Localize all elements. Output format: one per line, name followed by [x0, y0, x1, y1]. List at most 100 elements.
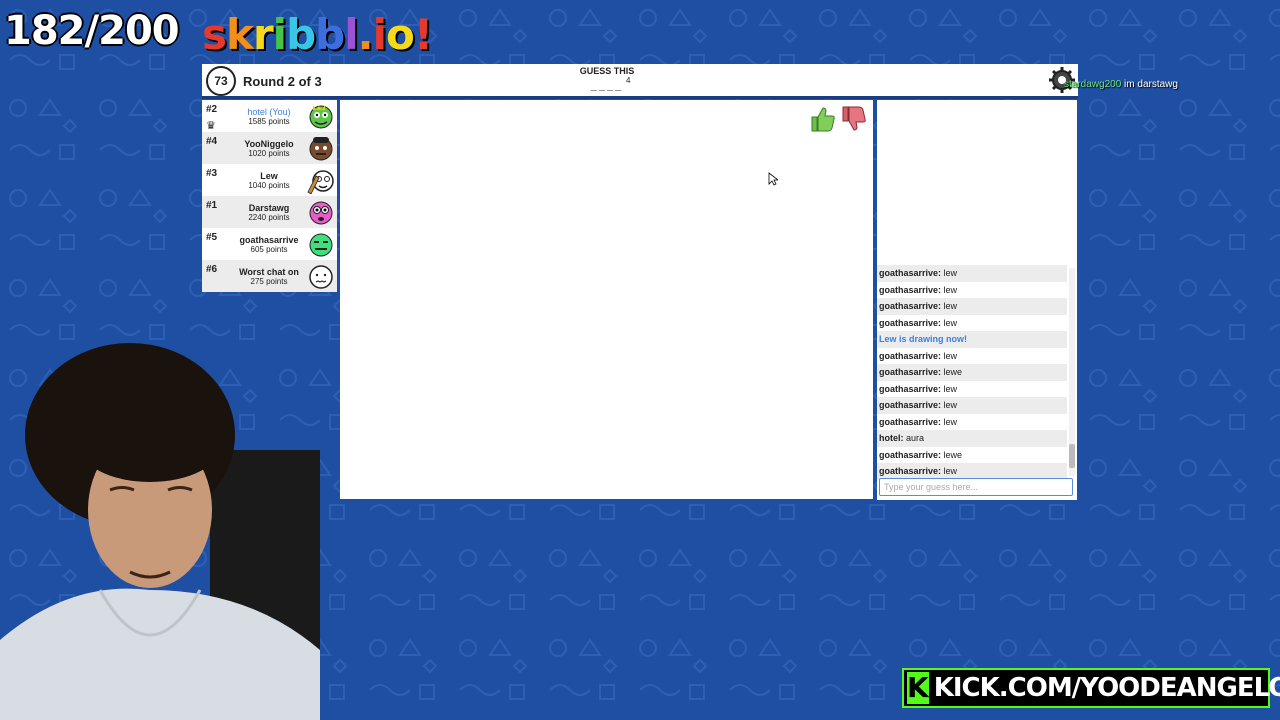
- chat-username: goathasarrive:: [879, 301, 942, 311]
- chat-message: goathasarrive: lew: [877, 315, 1067, 332]
- chat-text: lewe: [943, 449, 963, 460]
- player-rank: #4: [206, 136, 218, 147]
- chat-message-list[interactable]: goathasarrive: lew goathasarrive: lew goat…: [877, 265, 1067, 480]
- chat-username: goathasarrive:: [879, 268, 942, 278]
- word-hint: GUESS THIS 4 ____: [572, 66, 642, 92]
- goal-counter: 182/200: [4, 8, 180, 54]
- owner-crown-icon: ♛: [206, 120, 216, 132]
- player-avatar-icon: [309, 105, 333, 129]
- chat-text: lew: [943, 268, 958, 278]
- player-points: 2240 points: [248, 213, 290, 222]
- player-row[interactable]: #1 Darstawg 2240 points: [202, 196, 337, 228]
- mouse-cursor-icon: [768, 172, 778, 186]
- player-rank: #2: [206, 104, 218, 115]
- chat-text: lew: [943, 383, 958, 394]
- logo-letter: b: [315, 10, 345, 59]
- system-message: Lew is drawing now!: [877, 331, 1067, 348]
- chat-message: goathasarrive: lew: [877, 348, 1067, 365]
- chat-username: goathasarrive:: [879, 466, 942, 476]
- player-name: Lew: [260, 171, 278, 181]
- player-row[interactable]: #5 goathasarrive 605 points: [202, 228, 337, 260]
- word-length: 4: [626, 76, 631, 85]
- drawing-canvas[interactable]: [340, 100, 873, 499]
- player-points: 1585 points: [248, 117, 290, 126]
- chat-message: goathasarrive: lew: [877, 282, 1067, 299]
- player-name: YooNiggelo: [244, 139, 294, 149]
- logo-letter: !: [413, 10, 433, 59]
- player-points: 1020 points: [248, 149, 290, 158]
- player-row[interactable]: #4 YooNiggelo 1020 points: [202, 132, 337, 164]
- chat-username: goathasarrive:: [879, 284, 942, 295]
- chat-scrollbar[interactable]: [1069, 268, 1075, 476]
- player-list: #2 ♛ hotel (You) 1585 points #4 YooNigge…: [202, 100, 337, 292]
- skribbl-logo: skribbl.io!: [202, 10, 433, 59]
- chat-message: goathasarrive: lew: [877, 298, 1067, 315]
- chat-text: lewe: [943, 367, 963, 377]
- game-header: 73 Round 2 of 3 GUESS THIS 4 ____: [202, 64, 1078, 99]
- chat-text: lew: [943, 284, 958, 295]
- player-rank: #5: [206, 232, 218, 243]
- chat-text: lew: [943, 416, 958, 427]
- chat-username: hotel:: [879, 433, 904, 443]
- player-avatar-icon: [309, 265, 333, 289]
- player-name: Worst chat on: [239, 267, 299, 277]
- logo-letter: r: [252, 10, 274, 59]
- chat-username: goathasarrive:: [879, 400, 942, 410]
- stream-chat-text: im darstawg: [1124, 79, 1178, 90]
- logo-letter: l: [344, 10, 358, 59]
- thumbs-down-icon[interactable]: [839, 104, 869, 134]
- chat-username: goathasarrive:: [879, 383, 942, 394]
- kick-channel-banner: K KICK.COM/YOODEANGELO: [902, 668, 1280, 708]
- logo-letter: b: [286, 10, 316, 59]
- player-points: 275 points: [250, 277, 288, 286]
- chat-username: goathasarrive:: [879, 350, 942, 361]
- streamer-webcam: [0, 343, 320, 720]
- logo-letter: k: [226, 10, 254, 59]
- player-avatar-icon: [307, 170, 334, 194]
- timer-clock-icon: 73: [206, 66, 236, 96]
- chat-message: goathasarrive: lew: [877, 265, 1067, 282]
- player-row[interactable]: #3 Lew 1040 points: [202, 164, 337, 196]
- logo-letter: i: [372, 10, 387, 59]
- player-points: 1040 points: [248, 181, 290, 190]
- chat-scroll-thumb[interactable]: [1069, 444, 1075, 468]
- word-blanks: ____: [590, 80, 624, 92]
- player-avatar-icon: [309, 137, 333, 161]
- chat-text: lew: [943, 400, 958, 410]
- chat-text: lew: [943, 317, 958, 328]
- guess-label: GUESS THIS: [579, 66, 635, 76]
- player-name: goathasarrive: [239, 235, 299, 245]
- chat-message: goathasarrive: lewe: [877, 364, 1067, 381]
- chat-text: aura: [906, 433, 925, 443]
- chat-text: lew: [943, 301, 958, 311]
- chat-text: lew: [943, 350, 958, 361]
- player-rank: #6: [206, 264, 218, 275]
- player-points: 605 points: [250, 245, 288, 254]
- player-name: Darstawg: [248, 203, 290, 213]
- game-chat: goathasarrive: lew goathasarrive: lew goat…: [877, 100, 1077, 500]
- thumbs-up-icon[interactable]: [808, 104, 838, 134]
- chat-message: goathasarrive: lew: [877, 414, 1067, 431]
- logo-letter: s: [202, 10, 227, 59]
- player-row[interactable]: #6 Worst chat on 275 points: [202, 260, 337, 292]
- player-avatar-icon: [309, 233, 333, 257]
- chat-message: goathasarrive: lew: [877, 397, 1067, 414]
- player-rank: #1: [206, 200, 218, 211]
- kick-logo-icon: K: [907, 671, 929, 704]
- logo-letter: o: [386, 10, 415, 59]
- chat-username: goathasarrive:: [879, 367, 942, 377]
- chat-message: hotel: aura: [877, 430, 1067, 447]
- chat-username: goathasarrive:: [879, 449, 942, 460]
- player-name: hotel (You): [247, 107, 291, 117]
- chat-username: goathasarrive:: [879, 317, 942, 328]
- player-row[interactable]: #2 ♛ hotel (You) 1585 points: [202, 100, 337, 132]
- chat-message: goathasarrive: lew: [877, 381, 1067, 398]
- stream-chat-message: stardawg200 im darstawg: [1064, 79, 1178, 90]
- chat-text: lew: [943, 466, 958, 476]
- logo-letter: .: [357, 10, 374, 59]
- player-avatar-icon: [309, 201, 333, 225]
- chat-message: goathasarrive: lewe: [877, 447, 1067, 464]
- chat-username: goathasarrive:: [879, 416, 942, 427]
- guess-input[interactable]: [879, 478, 1073, 496]
- logo-letter: i: [272, 10, 287, 59]
